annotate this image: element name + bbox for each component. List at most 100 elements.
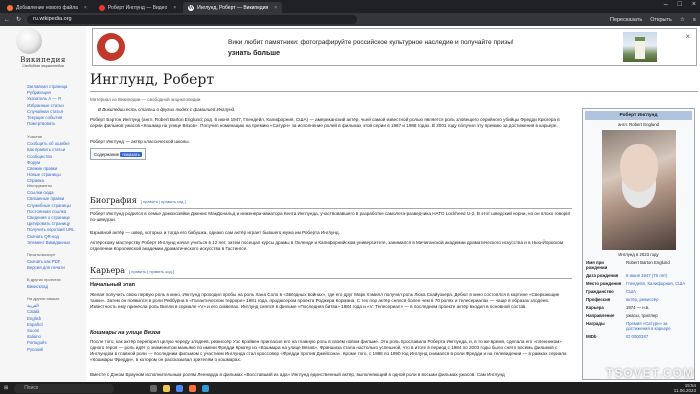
wikipedia-page: Википедия Свободная энциклопедия Заглавн… [0, 26, 700, 382]
subsection-heading: Начальный этап [90, 282, 135, 288]
sidebar-heading: Инструменты [27, 183, 52, 188]
infobox-row: Направление ужасы, триллер [586, 313, 658, 318]
toc-show-button[interactable]: показать [120, 152, 142, 157]
sidebar-nav: Заглавная страница Рубрикация Указатель … [27, 84, 85, 127]
logo-title[interactable]: Википедия [2, 56, 84, 64]
yandex-browser-icon[interactable] [189, 384, 197, 392]
sidebar-print: Печать/экспорт Скачать как PDF Версия дл… [27, 252, 85, 272]
browser-tab-2[interactable]: Роберт Инглунд — Видео × [94, 2, 181, 13]
infobox-original-name: англ. Robert Englund [618, 122, 659, 127]
system-tray[interactable]: 15:54 11.06.2023 [674, 383, 696, 393]
lead-paragraph-2: Роберт Инглунд — актёр классической школ… [90, 139, 190, 144]
url-input[interactable]: ru.wikipedia.org [27, 15, 358, 24]
biography-paragraph: Роберт Инглунд родился в семье домохозяй… [90, 211, 571, 222]
banner-learn-more-link[interactable]: узнать больше [228, 50, 280, 57]
open-button[interactable]: Открыть [650, 17, 672, 23]
edit-section-link[interactable]: [ править | править код ] [129, 269, 174, 274]
sidebar: Википедия Свободная энциклопедия Заглавн… [0, 26, 86, 382]
bookmark-icon[interactable]: ☆ [680, 17, 685, 23]
retell-button[interactable]: Пересказать [610, 17, 642, 23]
sidebar-item[interactable]: Версия для печати [27, 265, 85, 271]
infobox-row: Место рождения Глендейл, Калифорния, США [586, 281, 686, 286]
sidebar-tools: Инструменты Ссылки сюда Связанные правки… [27, 183, 85, 246]
back-icon[interactable]: ← [4, 17, 10, 23]
career-paragraph: После того, как актёр перегорел целую че… [90, 339, 567, 362]
minimize-icon[interactable]: – [664, 1, 668, 8]
section-heading-biography: Биография[ править | править код ] [90, 196, 186, 205]
wiki-loves-monuments-logo-icon [97, 33, 125, 61]
language-link[interactable]: Русский [27, 347, 85, 353]
browser-tab-strip: Добавление нового файла × Роберт Инглунд … [0, 0, 700, 13]
sidebar-heading: На других языках [27, 296, 60, 301]
wikipedia-favicon-icon: W [188, 4, 195, 11]
section-heading-career: Карьера[ править | править код ] [90, 266, 174, 275]
reload-icon[interactable]: ↻ [16, 16, 21, 23]
taskbar-apps [150, 384, 210, 392]
biography-paragraph: Взрывной актёр — швед, которых и тогда е… [90, 230, 340, 235]
sidebar-languages: На других языках العربية Català English … [27, 296, 85, 353]
divider [90, 278, 572, 279]
infobox-row: Профессия актёр, режиссёр [586, 297, 659, 302]
tagline: Материал из Википедии — свободной энцикл… [90, 97, 201, 102]
close-window-icon[interactable]: × [692, 1, 696, 8]
hatnote: В Википедии есть статьи о других людях с… [98, 107, 236, 112]
infobox-row: Гражданство США [586, 289, 636, 294]
address-bar: ← ↻ ru.wikipedia.org Пересказать Открыть… [0, 13, 700, 26]
close-icon[interactable]: × [685, 32, 690, 41]
sidebar-heading: В других проектах [27, 277, 61, 282]
banner-church-image [623, 32, 657, 62]
infobox-caption: Инглунд в 2023 году [618, 252, 659, 257]
window-controls: – □ × [664, 1, 696, 8]
lead-paragraph: Роберт Бэртон Инглунд (англ. Robert Bart… [90, 117, 560, 128]
divider [90, 91, 698, 92]
infobox-row: IMDb ID 0000387 [586, 334, 649, 339]
menu-icon[interactable]: ≡ [693, 17, 696, 23]
table-of-contents: Содержание показать [90, 148, 146, 160]
browser-favicon-icon [7, 4, 13, 11]
close-tab-icon[interactable]: × [173, 5, 176, 11]
logo-subtitle: Свободная энциклопедия [22, 64, 64, 68]
sidebar-heading: Участие [27, 134, 43, 139]
campaign-banner: Вики любит памятники: фотографируйте рос… [92, 28, 697, 66]
sidebar-participation: Участие Сообщить об ошибке Как править с… [27, 134, 85, 185]
edit-section-link[interactable]: [ править | править код ] [141, 199, 186, 204]
close-tab-icon[interactable]: × [274, 5, 277, 11]
sidebar-item[interactable]: Пожертвовать [27, 121, 85, 127]
content: Вики любит памятники: фотографируйте рос… [86, 26, 700, 382]
sidebar-item[interactable]: Элемент Викиданных [27, 240, 85, 246]
maximize-icon[interactable]: □ [678, 1, 682, 8]
youtube-favicon-icon [98, 4, 105, 11]
infobox-row: Карьера 1974 — н.в. [586, 305, 650, 310]
close-tab-icon[interactable]: × [84, 5, 87, 11]
file-explorer-icon[interactable] [163, 384, 171, 392]
portrait-image[interactable] [601, 130, 676, 250]
watermark: TSOVET.COM [605, 366, 694, 380]
biography-paragraph: Актёрскому мастерству Роберт Инглунд нач… [90, 240, 564, 251]
sidebar-projects: В других проектах Викисклад [27, 277, 85, 290]
page-title: Инглунд, Роберт [90, 72, 215, 88]
infobox-row: Дата рождения 6 июня 1947 (76 лет) [586, 273, 668, 278]
career-paragraph: Желая получить свою первую роль в кино, … [90, 292, 560, 309]
sidebar-heading: Печать/экспорт [27, 252, 56, 257]
browser-tab-3[interactable]: W Инглунд, Роберт — Википедия × [183, 2, 283, 13]
career-paragraph: Вместе с Дэном Брауном исполнительным ро… [90, 372, 505, 377]
infobox-title: Роберт Инглунд [585, 111, 692, 120]
browser-icon[interactable] [176, 384, 184, 392]
infobox-row: Имя при рождении Robert Barton Englund [586, 260, 670, 270]
clock-date: 11.06.2023 [673, 388, 696, 393]
sidebar-item[interactable]: Викисклад [27, 284, 85, 290]
store-icon[interactable] [202, 384, 210, 392]
infobox: Роберт Инглунд англ. Robert Englund Ингл… [582, 108, 695, 380]
subsection-heading: Кошмары на улице Вязов [90, 330, 161, 336]
task-view-icon[interactable] [150, 384, 158, 392]
windows-start-icon[interactable]: ⊞ [4, 385, 8, 391]
divider [90, 208, 572, 209]
banner-text: Вики любит памятники: фотографируйте рос… [228, 39, 514, 46]
browser-tab-1[interactable]: Добавление нового файла × [2, 2, 92, 13]
infobox-row: Награды Премия «Сатурн» за достижения в к… [586, 321, 671, 331]
taskbar-search-input[interactable]: Поиск [14, 383, 115, 393]
toc-label: Содержание [94, 152, 120, 157]
taskbar: ⊞ Поиск 15:54 11.06.2023 [0, 382, 700, 394]
wikipedia-globe-icon[interactable] [16, 28, 42, 54]
address-actions: Пересказать Открыть ☆ ≡ [610, 17, 696, 23]
